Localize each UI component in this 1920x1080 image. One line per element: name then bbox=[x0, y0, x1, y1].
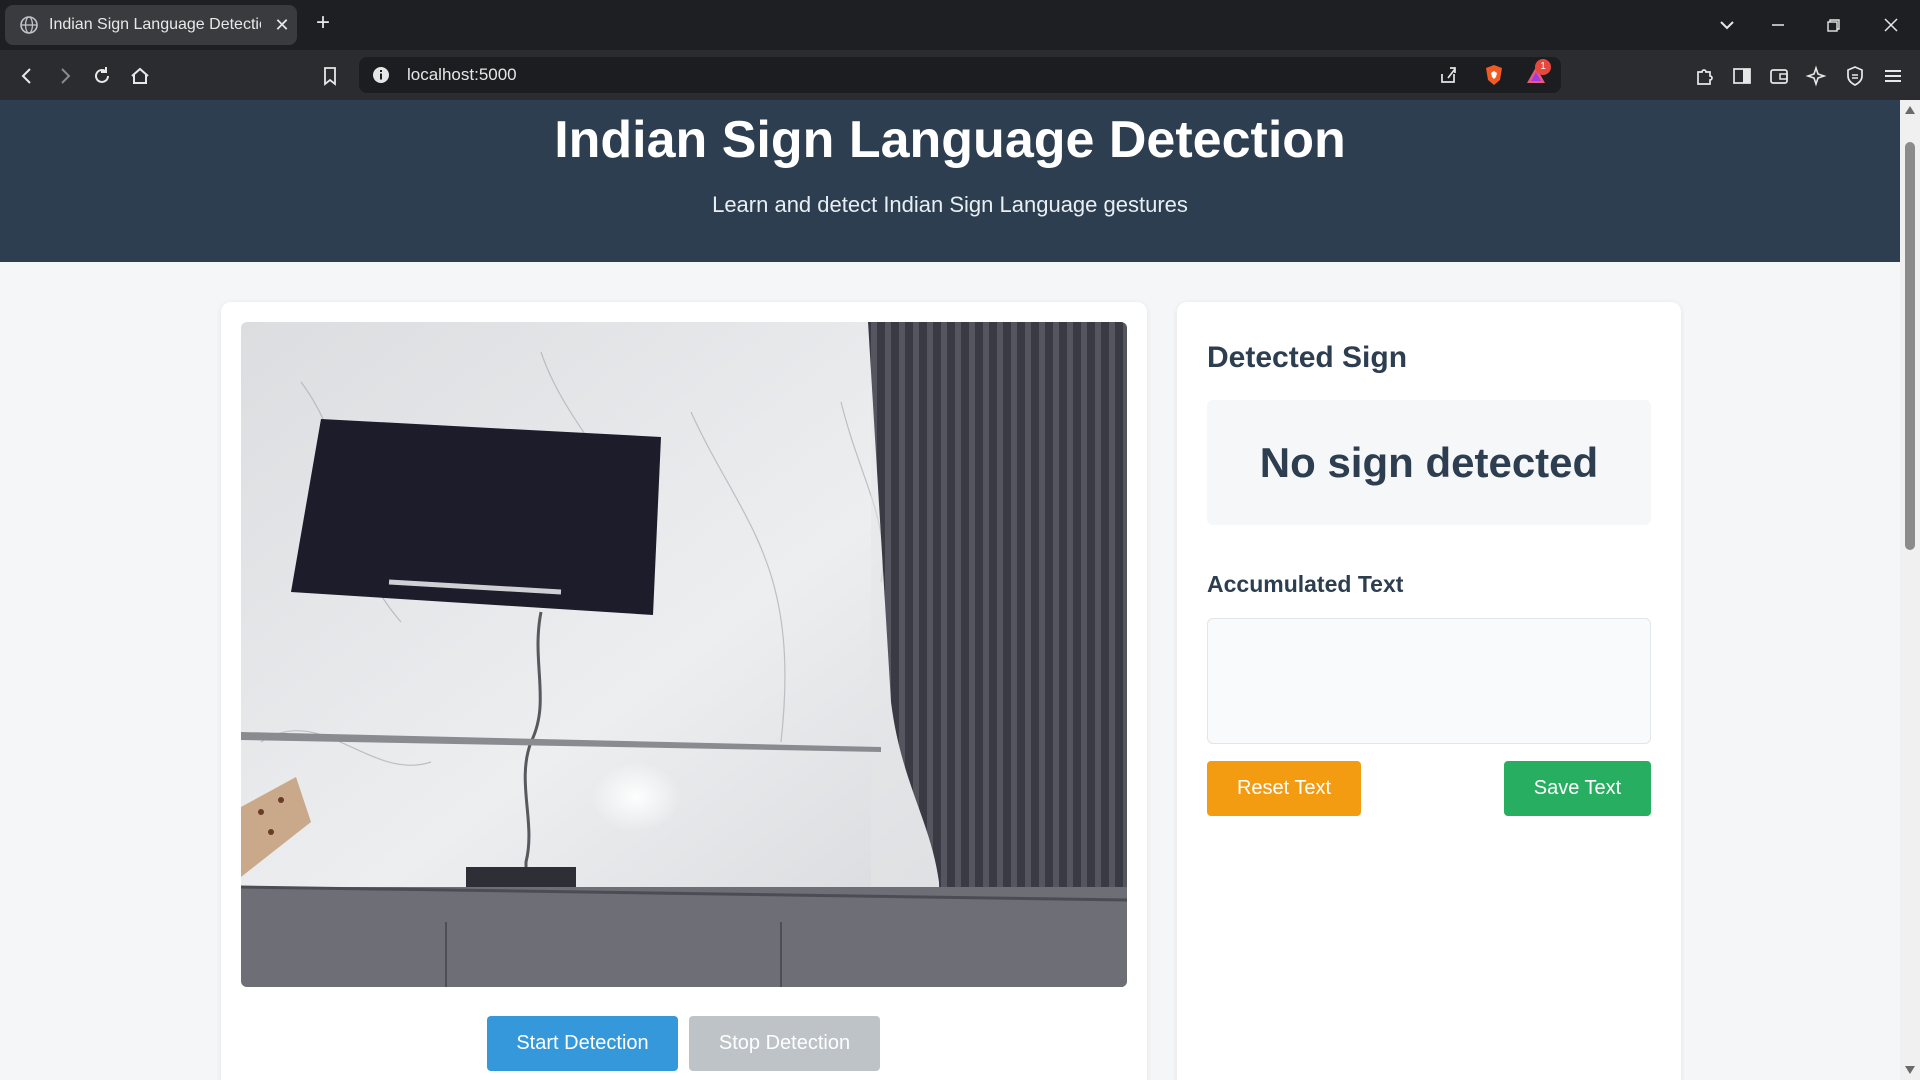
reload-icon[interactable] bbox=[89, 63, 115, 89]
webcam-feed bbox=[241, 322, 1127, 987]
video-card: Start Detection Stop Detection bbox=[221, 302, 1147, 1080]
notification-badge: 1 bbox=[1535, 59, 1551, 75]
scroll-up-arrow-icon[interactable] bbox=[1904, 104, 1916, 116]
browser-tab[interactable]: Indian Sign Language Detection ✕ bbox=[5, 5, 297, 45]
wallet-icon[interactable] bbox=[1766, 63, 1792, 89]
start-detection-button[interactable]: Start Detection bbox=[487, 1016, 678, 1071]
page-viewport: Indian Sign Language Detection Learn and… bbox=[0, 100, 1900, 1080]
page-header: Indian Sign Language Detection Learn and… bbox=[0, 100, 1900, 262]
minimize-icon[interactable] bbox=[1765, 12, 1791, 38]
accumulated-text-box bbox=[1207, 618, 1651, 744]
page-scrollbar[interactable] bbox=[1900, 100, 1920, 1080]
new-tab-button[interactable]: + bbox=[312, 11, 334, 35]
accumulated-text-heading: Accumulated Text bbox=[1207, 571, 1404, 597]
site-info-icon[interactable] bbox=[372, 66, 390, 84]
extensions-icon[interactable] bbox=[1692, 63, 1718, 89]
webcam-frame-image bbox=[241, 322, 1127, 987]
forward-icon[interactable] bbox=[52, 63, 78, 89]
save-text-button[interactable]: Save Text bbox=[1504, 761, 1651, 816]
brave-shields-icon[interactable] bbox=[1482, 63, 1506, 87]
url-text[interactable]: localhost:5000 bbox=[407, 64, 517, 86]
tab-close-icon[interactable]: ✕ bbox=[272, 15, 292, 35]
globe-icon bbox=[20, 16, 38, 34]
back-icon[interactable] bbox=[14, 63, 40, 89]
scroll-down-arrow-icon[interactable] bbox=[1904, 1064, 1916, 1076]
detected-sign-value: No sign detected bbox=[1259, 439, 1599, 486]
browser-tab-strip: Indian Sign Language Detection ✕ + bbox=[0, 0, 1920, 50]
detected-sign-box: No sign detected bbox=[1207, 400, 1651, 525]
address-bar[interactable]: localhost:5000 bbox=[359, 57, 1561, 93]
detected-sign-heading: Detected Sign bbox=[1207, 341, 1408, 374]
reset-text-button[interactable]: Reset Text bbox=[1207, 761, 1361, 816]
page-subtitle: Learn and detect Indian Sign Language ge… bbox=[712, 192, 1188, 217]
bookmark-icon[interactable] bbox=[317, 63, 343, 89]
vpn-shield-icon[interactable] bbox=[1842, 63, 1868, 89]
restore-icon[interactable] bbox=[1820, 12, 1846, 38]
detection-panel: Detected Sign No sign detected Accumulat… bbox=[1177, 302, 1681, 1080]
tab-title: Indian Sign Language Detection bbox=[49, 16, 261, 33]
scrollbar-thumb[interactable] bbox=[1905, 142, 1915, 550]
close-window-icon[interactable] bbox=[1878, 12, 1904, 38]
page-title: Indian Sign Language Detection bbox=[554, 111, 1346, 169]
sidebar-icon[interactable] bbox=[1729, 63, 1755, 89]
share-icon[interactable] bbox=[1436, 63, 1460, 87]
tab-search-chevron-icon[interactable] bbox=[1714, 12, 1740, 38]
leo-ai-icon[interactable] bbox=[1804, 63, 1830, 89]
stop-detection-button[interactable]: Stop Detection bbox=[689, 1016, 880, 1071]
menu-icon[interactable] bbox=[1880, 63, 1906, 89]
home-icon[interactable] bbox=[127, 63, 153, 89]
